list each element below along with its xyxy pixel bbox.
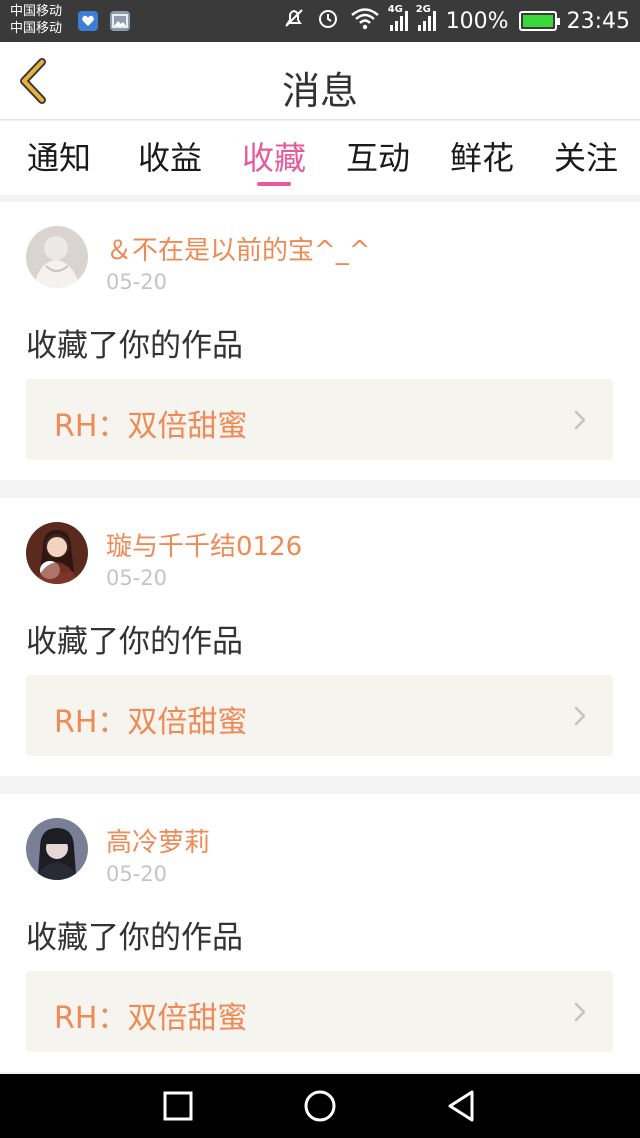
clock: 23:45 bbox=[566, 8, 630, 34]
message-date: 05-20 bbox=[106, 862, 168, 886]
message-card: ＆不在是以前的宝^_^ 05-20 收藏了你的作品 RH：双倍甜蜜 bbox=[0, 202, 640, 480]
message-date: 05-20 bbox=[106, 270, 168, 294]
tab-interactions[interactable]: 互动 bbox=[326, 121, 430, 195]
work-title: RH：双倍甜蜜 bbox=[54, 1001, 248, 1036]
battery-percent: 100% bbox=[445, 8, 509, 34]
username[interactable]: ＆不在是以前的宝^_^ bbox=[106, 230, 371, 267]
carrier-label-2: 中国移动 bbox=[10, 21, 63, 36]
status-bar: 中国移动 中国移动 4G 2G 100% 23:45 bbox=[0, 0, 640, 42]
work-link[interactable]: RH：双倍甜蜜 bbox=[26, 971, 613, 1052]
battery-icon bbox=[518, 11, 560, 31]
tab-flowers[interactable]: 鲜花 bbox=[430, 121, 534, 195]
work-link[interactable]: RH：双倍甜蜜 bbox=[26, 675, 613, 756]
avatar[interactable] bbox=[26, 522, 88, 584]
network-type-2: 2G bbox=[415, 4, 431, 15]
message-card: 璇与千千结0126 05-20 收藏了你的作品 RH：双倍甜蜜 bbox=[0, 498, 640, 776]
tab-notifications[interactable]: 通知 bbox=[0, 121, 118, 195]
home-icon[interactable] bbox=[302, 1088, 338, 1124]
page-title: 消息 bbox=[281, 69, 358, 113]
message-list: ＆不在是以前的宝^_^ 05-20 收藏了你的作品 RH：双倍甜蜜 璇与千千结0… bbox=[0, 202, 640, 1090]
network-type-1: 4G bbox=[387, 4, 403, 15]
tab-bar: 通知 收益 收藏 互动 鲜花 关注 bbox=[0, 121, 640, 195]
gallery-notification-icon bbox=[110, 11, 130, 31]
work-link[interactable]: RH：双倍甜蜜 bbox=[26, 379, 613, 460]
tab-earnings[interactable]: 收益 bbox=[118, 121, 222, 195]
tab-follows[interactable]: 关注 bbox=[534, 121, 638, 195]
chevron-right-icon bbox=[574, 410, 586, 430]
avatar[interactable] bbox=[26, 818, 88, 880]
work-title: RH：双倍甜蜜 bbox=[54, 705, 248, 740]
work-title: RH：双倍甜蜜 bbox=[54, 409, 248, 444]
chevron-right-icon bbox=[574, 1002, 586, 1022]
recent-apps-icon[interactable] bbox=[160, 1088, 196, 1124]
signal-2g-icon: 2G bbox=[416, 4, 436, 31]
chevron-right-icon bbox=[574, 706, 586, 726]
back-nav-icon[interactable] bbox=[444, 1088, 480, 1124]
wifi-icon bbox=[350, 6, 380, 36]
avatar[interactable] bbox=[26, 226, 88, 288]
app-header: 消息 bbox=[0, 42, 640, 120]
mute-icon bbox=[282, 6, 306, 36]
app-notification-icon bbox=[78, 11, 98, 31]
username[interactable]: 高冷萝莉 bbox=[106, 822, 210, 859]
tab-favorites[interactable]: 收藏 bbox=[222, 121, 326, 195]
carrier-label-1: 中国移动 bbox=[10, 4, 63, 19]
system-navigation-bar bbox=[0, 1074, 640, 1138]
message-date: 05-20 bbox=[106, 566, 168, 590]
carrier-info: 中国移动 中国移动 bbox=[10, 3, 62, 37]
signal-4g-icon: 4G bbox=[388, 4, 408, 31]
username[interactable]: 璇与千千结0126 bbox=[106, 526, 302, 563]
message-card: 高冷萝莉 05-20 收藏了你的作品 RH：双倍甜蜜 bbox=[0, 794, 640, 1072]
alarm-icon bbox=[316, 6, 340, 36]
action-text: 收藏了你的作品 bbox=[26, 328, 243, 364]
action-text: 收藏了你的作品 bbox=[26, 920, 243, 956]
action-text: 收藏了你的作品 bbox=[26, 624, 243, 660]
